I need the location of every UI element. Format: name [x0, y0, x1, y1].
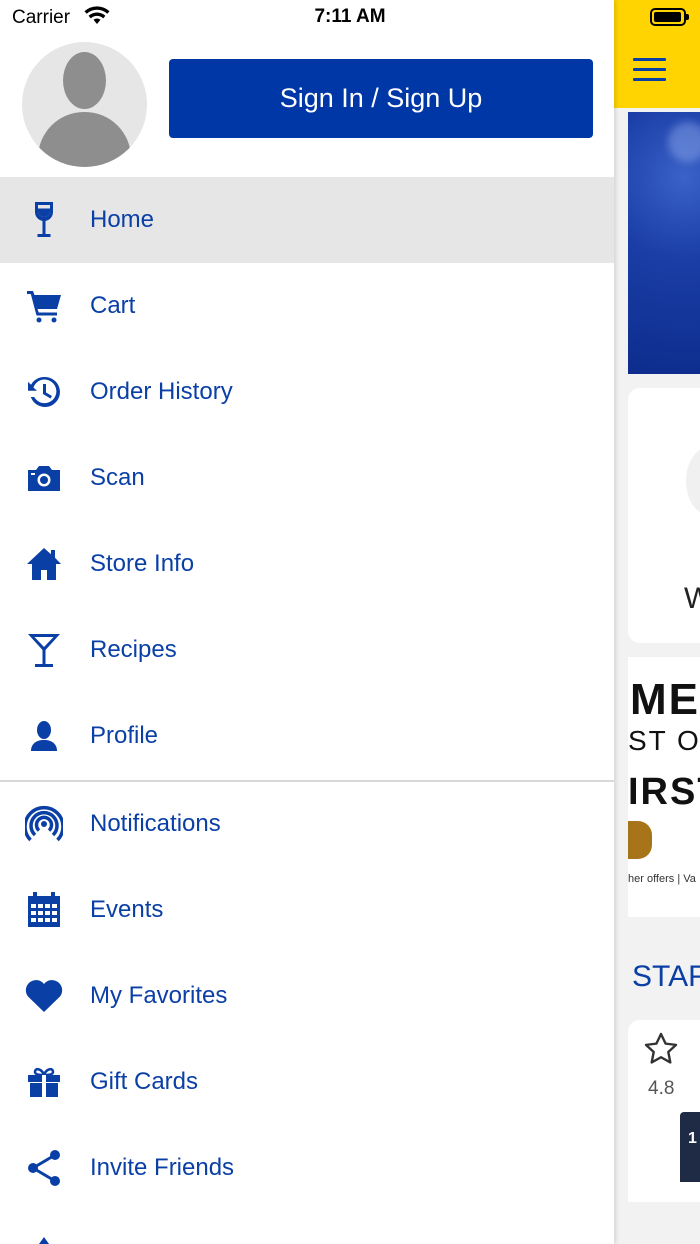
- heart-icon: [24, 976, 64, 1016]
- app-header: [614, 0, 700, 108]
- menu-item-label: Profile: [90, 722, 159, 749]
- battery-icon: [650, 8, 689, 26]
- menu-item-store-info[interactable]: Store Info: [0, 521, 614, 607]
- menu-item-label: Order History: [90, 378, 233, 405]
- status-bar: Carrier 7:11 AM: [0, 0, 614, 38]
- person-icon: [24, 716, 64, 756]
- promo-fineprint: her offers | Va: [628, 873, 696, 885]
- section-title: STAF: [632, 960, 700, 993]
- menu-item-label: Cart: [90, 292, 136, 319]
- menu-item-label: Recipes: [90, 636, 177, 663]
- feature-card[interactable]: W: [628, 388, 700, 643]
- avatar-head: [63, 52, 106, 109]
- hero-banner[interactable]: [628, 112, 700, 374]
- broadcast-icon: [24, 804, 64, 844]
- menu-item-notifications[interactable]: Notifications: [0, 781, 614, 867]
- promo-badge: [628, 821, 652, 859]
- cocktail-icon: [24, 630, 64, 670]
- sign-in-button[interactable]: Sign In / Sign Up: [169, 59, 593, 138]
- card-partial-text: W: [684, 582, 700, 615]
- card-image: [686, 446, 700, 516]
- product-image: [680, 1112, 700, 1182]
- product-rating: 4.8: [648, 1078, 675, 1099]
- menu-item-my-favorites[interactable]: My Favorites: [0, 953, 614, 1039]
- menu-item-label: Store Info: [90, 550, 195, 577]
- camera-icon: [24, 458, 64, 498]
- product-card[interactable]: 4.8: [628, 1020, 700, 1202]
- partial-menu-icon: [39, 1237, 49, 1244]
- calendar-icon: [24, 890, 64, 930]
- history-icon: [24, 372, 64, 412]
- star-icon[interactable]: [641, 1030, 681, 1068]
- hamburger-menu-icon[interactable]: [633, 58, 666, 82]
- avatar[interactable]: [22, 42, 147, 167]
- menu-item-order-history[interactable]: Order History: [0, 349, 614, 435]
- menu-item-label: Scan: [90, 464, 145, 491]
- menu-item-home[interactable]: Home: [0, 177, 614, 263]
- navigation-drawer: Carrier 7:11 AM Sign In / Sign Up Home C…: [0, 0, 614, 1244]
- wine-glass-icon: [24, 200, 64, 240]
- menu-item-gift-cards[interactable]: Gift Cards: [0, 1039, 614, 1125]
- menu-item-label: Home: [90, 206, 155, 233]
- share-icon: [24, 1148, 64, 1188]
- promo-line: IRST: [628, 771, 700, 813]
- menu-item-recipes[interactable]: Recipes: [0, 607, 614, 693]
- menu-item-label: My Favorites: [90, 982, 228, 1009]
- menu-item-label: Gift Cards: [90, 1068, 199, 1095]
- avatar-body: [38, 112, 131, 167]
- wifi-icon: [84, 6, 110, 24]
- promo-banner[interactable]: ME ST O IRST her offers | Va: [628, 657, 700, 917]
- gift-icon: [24, 1062, 64, 1102]
- status-time: 7:11 AM: [314, 6, 386, 27]
- promo-line: ST O: [628, 725, 700, 756]
- menu-item-label: Notifications: [90, 810, 221, 837]
- menu-item-label: Events: [90, 896, 164, 923]
- home-icon: [24, 544, 64, 584]
- menu-item-invite-friends[interactable]: Invite Friends: [0, 1125, 614, 1211]
- menu-item-profile[interactable]: Profile: [0, 693, 614, 779]
- menu-item-cart[interactable]: Cart: [0, 263, 614, 349]
- menu-item-scan[interactable]: Scan: [0, 435, 614, 521]
- menu-item-events[interactable]: Events: [0, 867, 614, 953]
- promo-line: ME: [630, 675, 700, 724]
- background-app: W ME ST O IRST her offers | Va STAF 4.8: [614, 0, 700, 1244]
- cart-icon: [24, 286, 64, 326]
- menu-item-label: Invite Friends: [90, 1154, 235, 1181]
- carrier-label: Carrier: [12, 7, 71, 28]
